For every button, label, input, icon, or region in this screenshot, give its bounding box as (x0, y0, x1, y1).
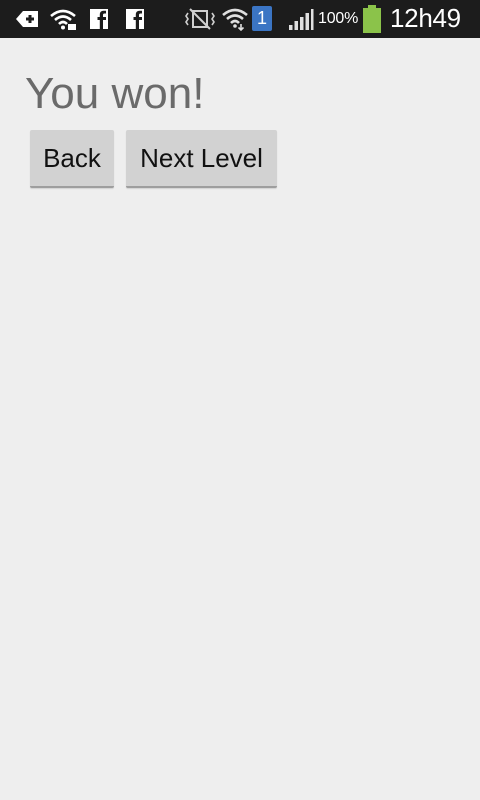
exchange-icon (16, 11, 38, 27)
clock: 12h49 (390, 3, 461, 33)
battery-icon (363, 5, 381, 33)
battery-percent: 100% (318, 10, 359, 27)
next-level-button[interactable]: Next Level (126, 130, 277, 188)
main-content: You won! Back Next Level (0, 38, 480, 800)
sim-label: 1 (256, 8, 267, 28)
sim-1-icon: 1 (252, 6, 272, 31)
back-button[interactable]: Back (30, 130, 114, 188)
wifi-icon (222, 8, 248, 31)
status-bar: 1 100% 12h49 (0, 0, 480, 38)
page-title: You won! (25, 69, 205, 118)
facebook-icon (126, 9, 144, 30)
facebook-icon (90, 9, 108, 30)
wifi-notification-icon (50, 9, 76, 30)
signal-icon (289, 9, 314, 30)
vibrate-mute-icon (185, 8, 215, 30)
